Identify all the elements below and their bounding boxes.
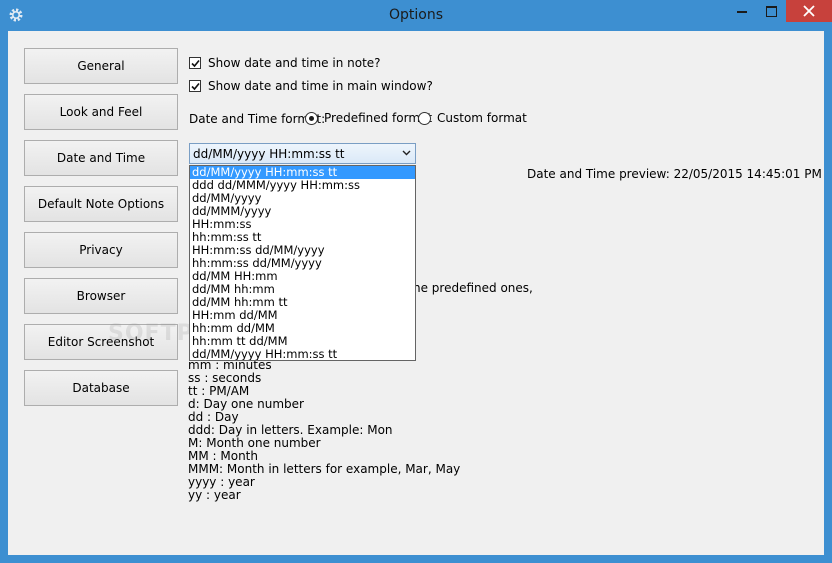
checkbox-box[interactable] xyxy=(189,57,201,69)
format-combobox[interactable]: dd/MM/yyyy HH:mm:ss tt xyxy=(189,143,416,164)
combobox-value: dd/MM/yyyy HH:mm:ss tt xyxy=(193,147,345,161)
legend-item: ss : seconds xyxy=(188,371,262,385)
legend-item: yyyy : year xyxy=(188,475,255,489)
checkmark-icon xyxy=(191,82,200,91)
legend-item: MM : Month xyxy=(188,449,258,463)
predefined-hint-text: he predefined ones, xyxy=(413,281,533,295)
format-dropdown-list[interactable]: dd/MM/yyyy HH:mm:ss tt ddd dd/MMM/yyyy H… xyxy=(189,165,416,361)
nav-default-note-options-button[interactable]: Default Note Options xyxy=(24,186,178,222)
nav-browser-button[interactable]: Browser xyxy=(24,278,178,314)
legend-item: ddd: Day in letters. Example: Mon xyxy=(188,423,393,437)
custom-format-label: Custom format xyxy=(437,111,527,125)
chevron-down-icon[interactable] xyxy=(402,150,411,156)
nav-general-button[interactable]: General xyxy=(24,48,178,84)
date-time-preview: Date and Time preview: 22/05/2015 14:45:… xyxy=(527,167,822,181)
legend-item: yy : year xyxy=(188,488,241,502)
options-client-area: General Look and Feel Date and Time Defa… xyxy=(8,31,824,555)
legend-item: M: Month one number xyxy=(188,436,321,450)
nav-look-and-feel-button[interactable]: Look and Feel xyxy=(24,94,178,130)
nav-date-and-time-button[interactable]: Date and Time xyxy=(24,140,178,176)
legend-item: d: Day one number xyxy=(188,397,304,411)
title-bar[interactable]: Options xyxy=(0,0,832,31)
options-window: Options General Look and Feel Date and T… xyxy=(0,0,832,563)
nav-privacy-button[interactable]: Privacy xyxy=(24,232,178,268)
window-title: Options xyxy=(388,7,444,23)
radio-button-selected[interactable] xyxy=(305,112,318,125)
predefined-format-label: Predefined format xyxy=(324,111,433,125)
legend-item: dd : Day xyxy=(188,410,239,424)
legend-item: tt : PM/AM xyxy=(188,384,250,398)
dropdown-option[interactable]: dd/MM/yyyy HH:mm:ss tt xyxy=(190,348,415,361)
nav-database-button[interactable]: Database xyxy=(24,370,178,406)
legend-item: MMM: Month in letters for example, Mar, … xyxy=(188,462,461,476)
show-in-note-label: Show date and time in note? xyxy=(208,56,381,70)
maximize-button[interactable] xyxy=(757,0,787,22)
show-in-main-label: Show date and time in main window? xyxy=(208,79,433,93)
checkmark-icon xyxy=(191,59,200,68)
close-button[interactable] xyxy=(786,0,832,22)
minimize-button[interactable] xyxy=(728,0,758,22)
radio-button-unselected[interactable] xyxy=(418,112,431,125)
close-icon xyxy=(803,5,815,17)
checkbox-box[interactable] xyxy=(189,80,201,92)
